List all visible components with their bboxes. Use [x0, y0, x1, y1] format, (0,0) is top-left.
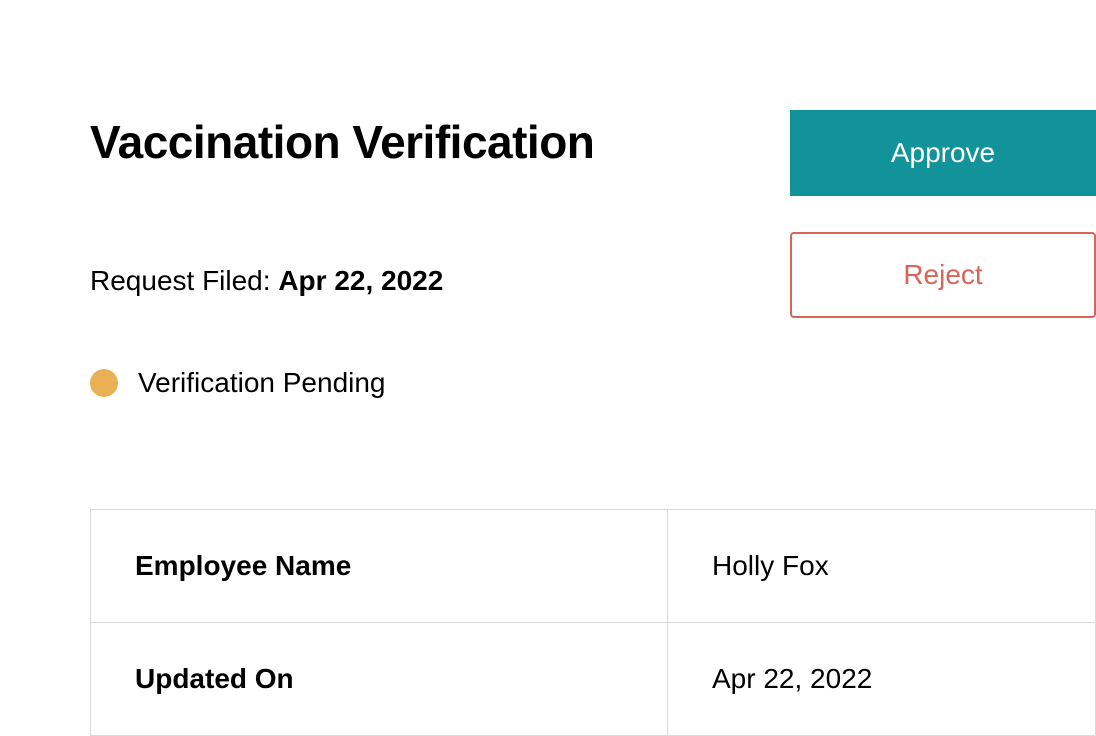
table-row: Updated On Apr 22, 2022 [91, 623, 1096, 736]
request-filed-label: Request Filed: [90, 265, 278, 296]
table-row: Employee Name Holly Fox [91, 510, 1096, 623]
actions-panel: Approve Reject [790, 110, 1096, 318]
detail-label: Updated On [91, 623, 668, 736]
request-filed-value: Apr 22, 2022 [278, 265, 443, 296]
reject-button[interactable]: Reject [790, 232, 1096, 318]
request-filed: Request Filed: Apr 22, 2022 [90, 265, 594, 297]
approve-button[interactable]: Approve [790, 110, 1096, 196]
page-title: Vaccination Verification [90, 115, 594, 169]
status-dot-icon [90, 369, 118, 397]
detail-label: Employee Name [91, 510, 668, 623]
detail-value: Holly Fox [668, 510, 1096, 623]
status-text: Verification Pending [138, 367, 386, 399]
status-row: Verification Pending [90, 367, 594, 399]
details-table: Employee Name Holly Fox Updated On Apr 2… [90, 509, 1096, 736]
detail-value: Apr 22, 2022 [668, 623, 1096, 736]
